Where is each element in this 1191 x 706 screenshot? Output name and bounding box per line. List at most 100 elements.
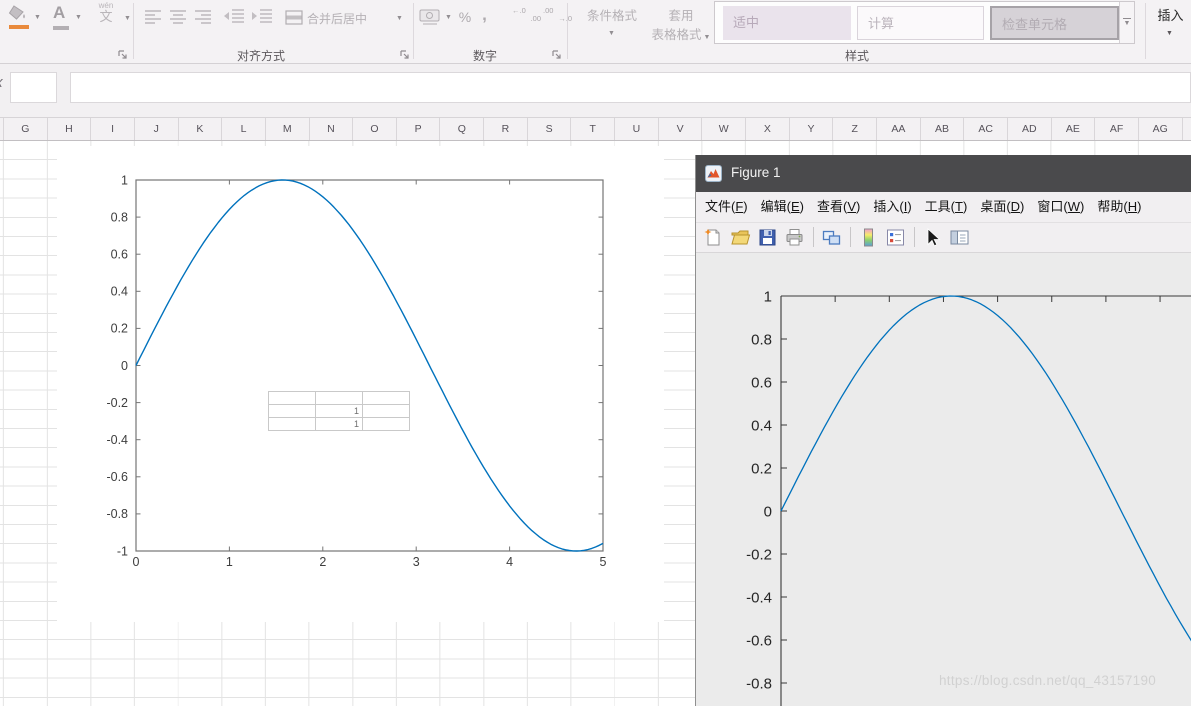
- column-header-W[interactable]: W: [702, 118, 746, 140]
- sheet-grid[interactable]: 012345-1-0.8-0.6-0.4-0.200.20.40.60.81 1…: [0, 141, 1191, 706]
- property-inspector-icon[interactable]: [949, 227, 970, 248]
- mini-table-cell[interactable]: [363, 418, 410, 431]
- column-header-V[interactable]: V: [659, 118, 703, 140]
- column-header-AG[interactable]: AG: [1139, 118, 1183, 140]
- column-header-X[interactable]: X: [746, 118, 790, 140]
- column-header-Y[interactable]: Y: [790, 118, 834, 140]
- column-header-G[interactable]: G: [4, 118, 48, 140]
- matlab-menu-v[interactable]: 查看(V): [817, 192, 860, 222]
- formula-bar-row: fx: [0, 64, 1191, 118]
- percent-label: %: [459, 9, 471, 25]
- matlab-figure-window[interactable]: Figure 1 文件(F) 编辑(E) 查看(V) 插入(I) 工具(T) 桌面(D) 窗…: [695, 155, 1191, 706]
- matlab-titlebar[interactable]: Figure 1: [696, 155, 1191, 192]
- column-header-AE[interactable]: AE: [1052, 118, 1096, 140]
- svg-text:1: 1: [764, 288, 772, 305]
- accounting-format-button[interactable]: ▼: [416, 4, 454, 30]
- comma-label: ,: [482, 5, 487, 24]
- matlab-menu-t[interactable]: 工具(T): [925, 192, 968, 222]
- svg-text:-0.4: -0.4: [106, 433, 128, 447]
- column-header-N[interactable]: N: [310, 118, 354, 140]
- screen: ▼ A ▼ wén 文 ▼: [0, 0, 1191, 706]
- align-left-button[interactable]: [142, 6, 164, 28]
- column-header-AA[interactable]: AA: [877, 118, 921, 140]
- phonetic-guide-button[interactable]: wén 文 ▼: [90, 1, 134, 34]
- cell-style-1[interactable]: 适中: [723, 6, 851, 40]
- new-figure-icon[interactable]: [703, 227, 724, 248]
- styles-gallery-more-button[interactable]: ▼: [1119, 2, 1134, 43]
- conditional-format-button[interactable]: 条件格式 ▼: [570, 2, 654, 44]
- matlab-toolbar: [696, 223, 1191, 253]
- cell-style-2[interactable]: 计算: [857, 6, 984, 40]
- insert-cells-button[interactable]: 插入 ▼: [1150, 2, 1191, 44]
- increase-decimal-bottom: .00: [512, 15, 541, 23]
- embedded-chart-object[interactable]: 012345-1-0.8-0.6-0.4-0.200.20.40.60.81 1…: [57, 146, 664, 622]
- column-header-J[interactable]: J: [135, 118, 179, 140]
- column-header-L[interactable]: L: [222, 118, 266, 140]
- svg-text:-0.2: -0.2: [746, 546, 772, 563]
- column-header-AB[interactable]: AB: [921, 118, 965, 140]
- mini-table-cell[interactable]: [269, 418, 316, 431]
- column-header-U[interactable]: U: [615, 118, 659, 140]
- formula-input[interactable]: [70, 72, 1191, 103]
- open-file-icon[interactable]: [730, 227, 751, 248]
- chevron-down-icon: ▼: [608, 30, 615, 37]
- link-plot-icon[interactable]: [821, 227, 842, 248]
- column-header-O[interactable]: O: [353, 118, 397, 140]
- mini-table[interactable]: 11: [268, 391, 410, 431]
- align-center-button[interactable]: [167, 6, 189, 28]
- increase-decimal-button[interactable]: ←.0 .00: [512, 7, 541, 29]
- column-header-AF[interactable]: AF: [1095, 118, 1139, 140]
- matlab-menu-d[interactable]: 桌面(D): [980, 192, 1024, 222]
- decrease-indent-button[interactable]: [222, 6, 247, 28]
- column-header-R[interactable]: R: [484, 118, 528, 140]
- column-header-Q[interactable]: Q: [441, 118, 485, 140]
- mini-table-cell[interactable]: [269, 392, 316, 405]
- matlab-figure-canvas: 10.80.60.40.20-0.2-0.4-0.6-0.8 https://b…: [696, 253, 1191, 706]
- insert-label: 插入: [1150, 5, 1191, 24]
- matlab-menubar: 文件(F) 编辑(E) 查看(V) 插入(I) 工具(T) 桌面(D) 窗口(W) 帮助(H): [696, 192, 1191, 223]
- gallery-more-arrow: ▼: [1120, 20, 1134, 27]
- column-header-S[interactable]: S: [528, 118, 572, 140]
- fx-icon[interactable]: fx: [0, 74, 9, 104]
- column-header-AC[interactable]: AC: [964, 118, 1008, 140]
- mini-table-cell[interactable]: [363, 405, 410, 418]
- number-dialog-launcher[interactable]: [551, 49, 563, 61]
- column-header-K[interactable]: K: [179, 118, 223, 140]
- mini-table-cell[interactable]: [363, 392, 410, 405]
- column-header-T[interactable]: T: [571, 118, 615, 140]
- insert-colorbar-icon[interactable]: [858, 227, 879, 248]
- merge-center-button[interactable]: 合并后居中 ▼: [282, 4, 410, 32]
- align-right-button[interactable]: [192, 6, 214, 28]
- mini-table-cell[interactable]: [269, 405, 316, 418]
- edit-plot-arrow-icon[interactable]: [922, 227, 943, 248]
- column-header-M[interactable]: M: [266, 118, 310, 140]
- column-header-P[interactable]: P: [397, 118, 441, 140]
- font-dialog-launcher[interactable]: [117, 49, 129, 61]
- mini-table-cell[interactable]: 1: [316, 405, 363, 418]
- font-color-button[interactable]: A ▼: [46, 2, 84, 32]
- cell-style-3[interactable]: 检查单元格: [990, 6, 1119, 40]
- mini-table-cell[interactable]: 1: [316, 418, 363, 431]
- percent-style-button[interactable]: %: [454, 4, 476, 30]
- matlab-menu-i[interactable]: 插入(I): [873, 192, 911, 222]
- mini-table-cell[interactable]: [316, 392, 363, 405]
- accounting-format-icon: [419, 8, 441, 26]
- format-as-table-button[interactable]: 套用 表格格式▼: [645, 2, 717, 44]
- column-header-Z[interactable]: Z: [833, 118, 877, 140]
- column-headers: GHIJKLMNOPQRSTUVWXYZAAABACADAEAFAG: [0, 118, 1191, 141]
- matlab-menu-w[interactable]: 窗口(W): [1037, 192, 1084, 222]
- column-header-AD[interactable]: AD: [1008, 118, 1052, 140]
- matlab-menu-f[interactable]: 文件(F): [705, 192, 748, 222]
- column-header-H[interactable]: H: [48, 118, 92, 140]
- matlab-menu-h[interactable]: 帮助(H): [1097, 192, 1141, 222]
- column-header-I[interactable]: I: [91, 118, 135, 140]
- matlab-menu-e[interactable]: 编辑(E): [761, 192, 804, 222]
- save-figure-icon[interactable]: [757, 227, 778, 248]
- name-box[interactable]: [10, 72, 57, 103]
- print-figure-icon[interactable]: [784, 227, 805, 248]
- insert-legend-icon[interactable]: [885, 227, 906, 248]
- alignment-dialog-launcher[interactable]: [399, 49, 411, 61]
- fill-color-button[interactable]: ▼: [5, 2, 43, 32]
- increase-indent-button[interactable]: [250, 6, 275, 28]
- comma-style-button[interactable]: ,: [477, 2, 492, 28]
